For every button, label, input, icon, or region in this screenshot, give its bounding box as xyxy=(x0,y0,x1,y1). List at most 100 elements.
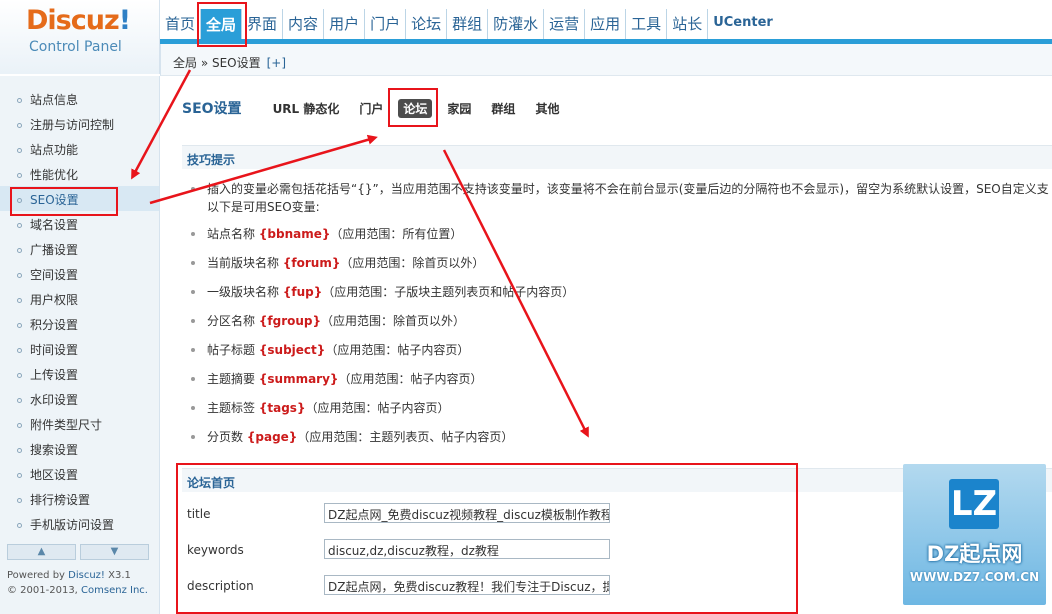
powered-by-prefix: Powered by xyxy=(7,570,69,581)
tab-0[interactable]: URL 静态化 xyxy=(268,99,345,118)
bullet-icon xyxy=(17,323,22,328)
seo-var-row: 站点名称 {bbname}（应用范围：所有位置） xyxy=(190,220,1052,249)
bullet-icon xyxy=(191,290,195,294)
nav-item-2[interactable]: 界面 xyxy=(242,9,284,39)
comsenz-link[interactable]: Comsenz Inc. xyxy=(81,585,148,596)
copyright: © 2001-2013, Comsenz Inc. xyxy=(7,583,148,598)
scroll-up-button[interactable]: ▲ xyxy=(7,544,76,560)
logo[interactable]: Discuz! Control Panel xyxy=(0,0,160,74)
sidebar-item-label: 注册与访问控制 xyxy=(30,118,115,132)
nav-item-13[interactable]: UCenter xyxy=(708,9,778,39)
bullet-icon xyxy=(17,523,22,528)
seo-var-name: 分页数 xyxy=(207,430,244,444)
nav-item-0[interactable]: 首页 xyxy=(160,9,202,39)
nav-item-11[interactable]: 工具 xyxy=(626,9,668,39)
watermark-name: DZ起点网 xyxy=(926,542,1023,566)
add-shortcut-link[interactable]: [+] xyxy=(267,56,286,70)
nav-item-6[interactable]: 论坛 xyxy=(406,9,448,39)
discuz-link[interactable]: Discuz! xyxy=(68,570,105,581)
sidebar-footer: Powered by Discuz! X3.1 © 2001-2013, Com… xyxy=(7,568,148,598)
nav-item-1[interactable]: 全局 xyxy=(201,9,243,39)
sidebar-item-5[interactable]: 域名设置 xyxy=(0,211,159,236)
title-row: title DZ起点网_免费discuz视频教程_discuz模板制作教程 xyxy=(182,497,802,533)
sidebar-item-9[interactable]: 积分设置 xyxy=(0,311,159,336)
description-input[interactable]: DZ起点网，免费discuz教程！我们专注于Discuz，提 xyxy=(324,575,610,595)
sidebar-item-15[interactable]: 地区设置 xyxy=(0,461,159,486)
sidebar-item-label: 地区设置 xyxy=(30,468,79,482)
bullet-icon xyxy=(17,98,22,103)
seo-var-scope: （应用范围：帖子内容页） xyxy=(338,372,483,386)
seo-var-name: 主题标签 xyxy=(207,401,256,415)
brand-bang: ! xyxy=(118,5,131,36)
sidebar-item-label: 排行榜设置 xyxy=(30,493,91,507)
bullet-icon xyxy=(191,377,195,381)
top-nav-items: 首页 全局 界面 内容 用户 门户 论坛 群组 防灌水 运营 应用 工具 站长 UCenter xyxy=(160,9,778,39)
sidebar-item-12[interactable]: 水印设置 xyxy=(0,386,159,411)
sidebar-item-0[interactable]: 站点信息 xyxy=(0,86,159,111)
sidebar-item-16[interactable]: 排行榜设置 xyxy=(0,486,159,511)
sidebar-item-7[interactable]: 空间设置 xyxy=(0,261,159,286)
tab-5[interactable]: 其他 xyxy=(530,99,564,118)
tips-intro-line2: 以下是可用SEO变量: xyxy=(207,200,320,214)
tab-3[interactable]: 家园 xyxy=(442,99,476,118)
bullet-icon xyxy=(17,423,22,428)
tips-header: 技巧提示 xyxy=(182,145,1052,169)
breadcrumb-bar: 全局 » SEO设置 [+] xyxy=(160,44,1052,76)
sidebar-item-label: 用户权限 xyxy=(30,293,79,307)
breadcrumb: 全局 » SEO设置 [+] xyxy=(173,54,286,71)
sidebar-item-8[interactable]: 用户权限 xyxy=(0,286,159,311)
nav-item-7[interactable]: 群组 xyxy=(447,9,489,39)
bullet-icon xyxy=(17,298,22,303)
sub-nav: SEO设置 URL 静态化 门户 论坛 家园 群组 其他 xyxy=(182,97,574,119)
bullet-icon xyxy=(17,123,22,128)
nav-item-8[interactable]: 防灌水 xyxy=(488,9,545,39)
scroll-down-button[interactable]: ▼ xyxy=(80,544,149,560)
sidebar-item-13[interactable]: 附件类型尺寸 xyxy=(0,411,159,436)
tips-title: 技巧提示 xyxy=(187,153,236,167)
sidebar-item-label: 水印设置 xyxy=(30,393,79,407)
sidebar-item-label: 搜索设置 xyxy=(30,443,79,457)
sidebar-item-label: 空间设置 xyxy=(30,268,79,282)
sidebar-item-4[interactable]: SEO设置 xyxy=(0,186,159,211)
sidebar-scroll-buttons: ▲ ▼ xyxy=(7,544,149,560)
sidebar-item-label: SEO设置 xyxy=(30,193,79,207)
seo-var-scope: （应用范围：主题列表页、帖子内容页） xyxy=(297,430,514,444)
sidebar-item-label: 站点功能 xyxy=(30,143,79,157)
seo-var-name: 帖子标题 xyxy=(207,343,256,357)
sidebar-item-label: 上传设置 xyxy=(30,368,79,382)
watermark-logo: LZ DZ起点网 WWW.DZ7.COM.CN xyxy=(903,464,1046,605)
sidebar-item-6[interactable]: 广播设置 xyxy=(0,236,159,261)
tab-4[interactable]: 群组 xyxy=(486,99,520,118)
sidebar-item-3[interactable]: 性能优化 xyxy=(0,161,159,186)
seo-var-token: {fgroup} xyxy=(258,314,322,328)
nav-item-4[interactable]: 用户 xyxy=(324,9,366,39)
sidebar-item-1[interactable]: 注册与访问控制 xyxy=(0,111,159,136)
sidebar-item-2[interactable]: 站点功能 xyxy=(0,136,159,161)
bullet-icon xyxy=(17,348,22,353)
nav-item-3[interactable]: 内容 xyxy=(283,9,325,39)
seo-var-token: {tags} xyxy=(258,401,306,415)
seo-var-scope: （应用范围：帖子内容页） xyxy=(325,343,470,357)
seo-var-name: 主题摘要 xyxy=(207,372,256,386)
nav-item-9[interactable]: 运营 xyxy=(544,9,586,39)
sidebar-item-11[interactable]: 上传设置 xyxy=(0,361,159,386)
sidebar-item-label: 广播设置 xyxy=(30,243,79,257)
tab-2[interactable]: 论坛 xyxy=(398,98,433,118)
tab-1[interactable]: 门户 xyxy=(354,99,388,118)
seo-var-name: 一级版块名称 xyxy=(207,285,280,299)
title-input[interactable]: DZ起点网_免费discuz视频教程_discuz模板制作教程 xyxy=(324,503,610,523)
nav-item-10[interactable]: 应用 xyxy=(585,9,627,39)
sidebar-item-14[interactable]: 搜索设置 xyxy=(0,436,159,461)
sidebar-item-label: 手机版访问设置 xyxy=(30,518,115,532)
tips-intro: 插入的变量必需包括花括号“{}”，当应用范围不支持该变量时，该变量将不会在前台显… xyxy=(190,180,1052,220)
description-row: description DZ起点网，免费discuz教程！我们专注于Discuz… xyxy=(182,569,802,605)
nav-item-12[interactable]: 站长 xyxy=(667,9,709,39)
keywords-input[interactable]: discuz,dz,discuz教程，dz教程 xyxy=(324,539,610,559)
seo-var-scope: （应用范围：子版块主题列表页和帖子内容页） xyxy=(322,285,575,299)
top-nav: 首页 全局 界面 内容 用户 门户 论坛 群组 防灌水 运营 应用 工具 站长 UCenter xyxy=(160,0,1052,44)
sidebar-item-10[interactable]: 时间设置 xyxy=(0,336,159,361)
sidebar-item-17[interactable]: 手机版访问设置 xyxy=(0,511,159,536)
nav-item-5[interactable]: 门户 xyxy=(365,9,407,39)
keywords-row: keywords discuz,dz,discuz教程，dz教程 xyxy=(182,533,802,569)
bullet-icon xyxy=(17,148,22,153)
